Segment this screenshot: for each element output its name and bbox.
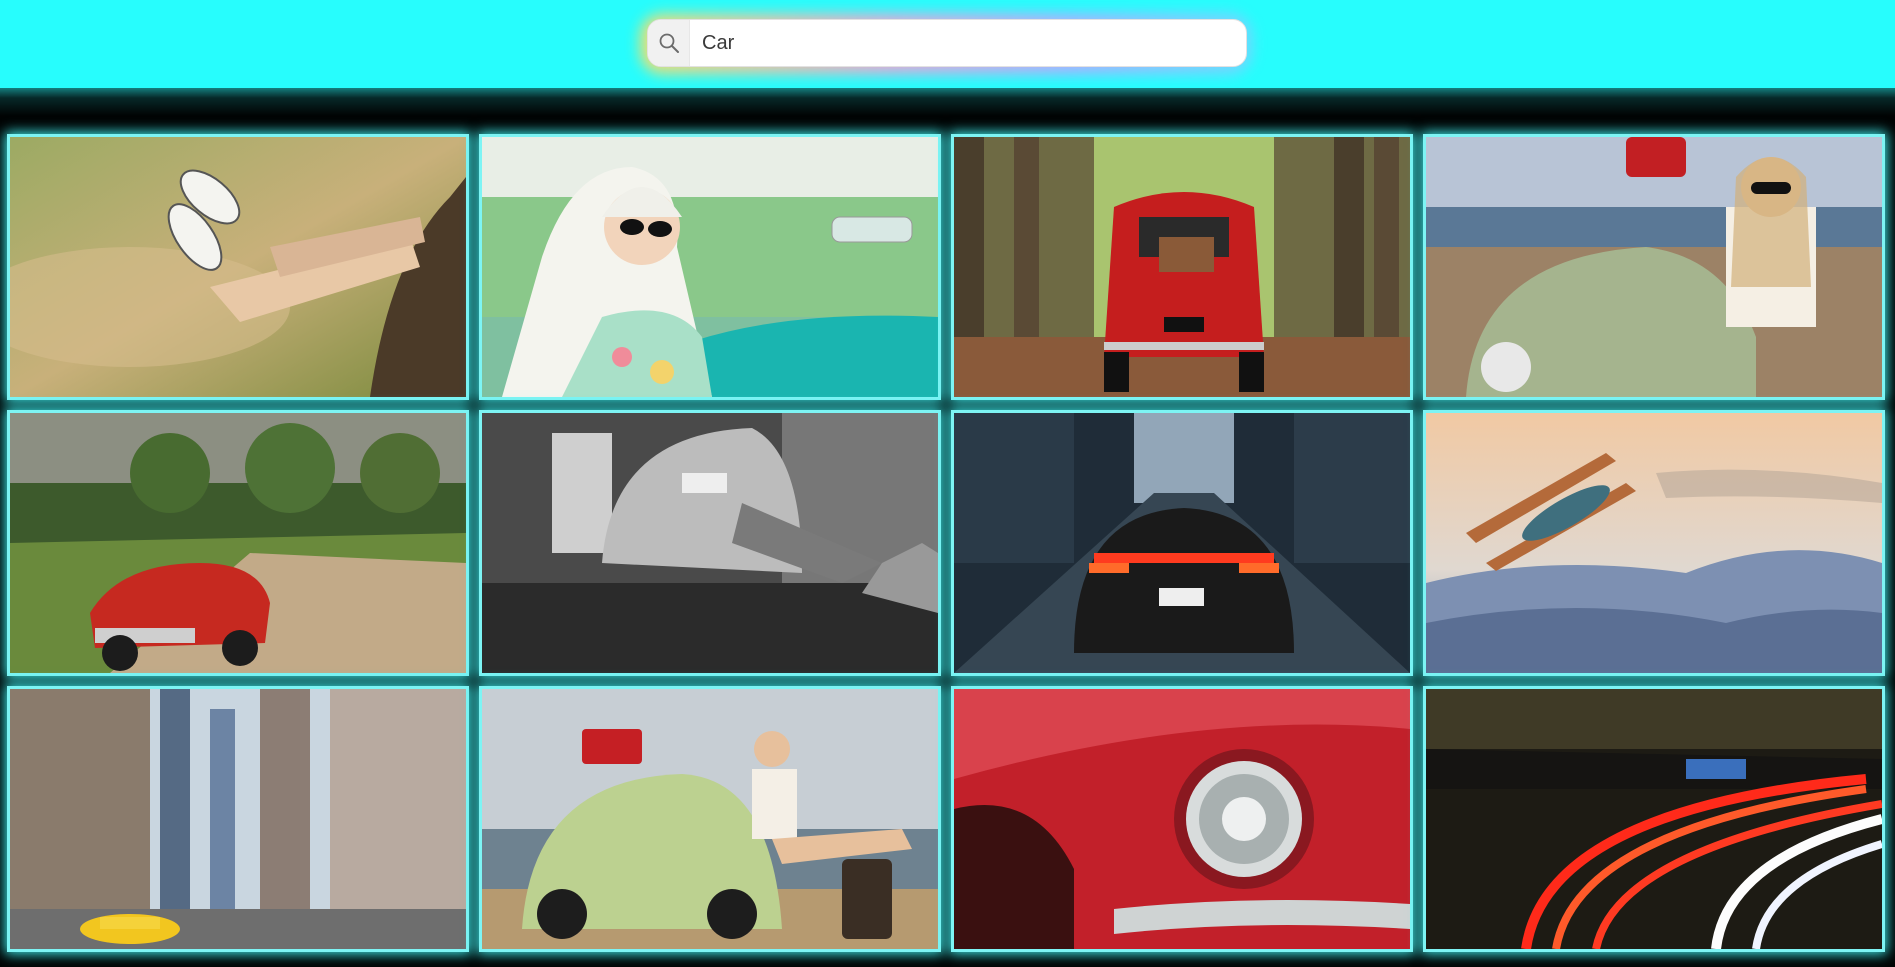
woman-on-beetle-image bbox=[482, 689, 938, 949]
highway-light-trails-image bbox=[1426, 689, 1882, 949]
image-tile-6[interactable] bbox=[482, 413, 938, 673]
image-tile-5[interactable] bbox=[10, 413, 466, 673]
image-tile-1[interactable] bbox=[10, 137, 466, 397]
image-tile-12[interactable] bbox=[1426, 689, 1882, 949]
red-convertible-image bbox=[10, 413, 466, 673]
biplane-image bbox=[1426, 413, 1882, 673]
image-tile-2[interactable] bbox=[482, 137, 938, 397]
mechanic-beetle-image bbox=[482, 413, 938, 673]
woman-beetle-beach-image bbox=[1426, 137, 1882, 397]
image-tile-11[interactable] bbox=[954, 689, 1410, 949]
search-bar[interactable] bbox=[647, 19, 1247, 67]
porsche-night-image bbox=[954, 413, 1410, 673]
image-tile-3[interactable] bbox=[954, 137, 1410, 397]
image-tile-4[interactable] bbox=[1426, 137, 1882, 397]
gallery-page bbox=[0, 0, 1895, 967]
red-headlight-image bbox=[954, 689, 1410, 949]
search-icon[interactable] bbox=[648, 20, 690, 66]
search-input[interactable] bbox=[690, 20, 1246, 66]
feet-out-window-image bbox=[10, 137, 466, 397]
woman-driving-image bbox=[482, 137, 938, 397]
image-tile-8[interactable] bbox=[1426, 413, 1882, 673]
nyc-street-image bbox=[10, 689, 466, 949]
image-tile-10[interactable] bbox=[482, 689, 938, 949]
image-tile-7[interactable] bbox=[954, 413, 1410, 673]
image-tile-9[interactable] bbox=[10, 689, 466, 949]
red-fiat-image bbox=[954, 137, 1410, 397]
